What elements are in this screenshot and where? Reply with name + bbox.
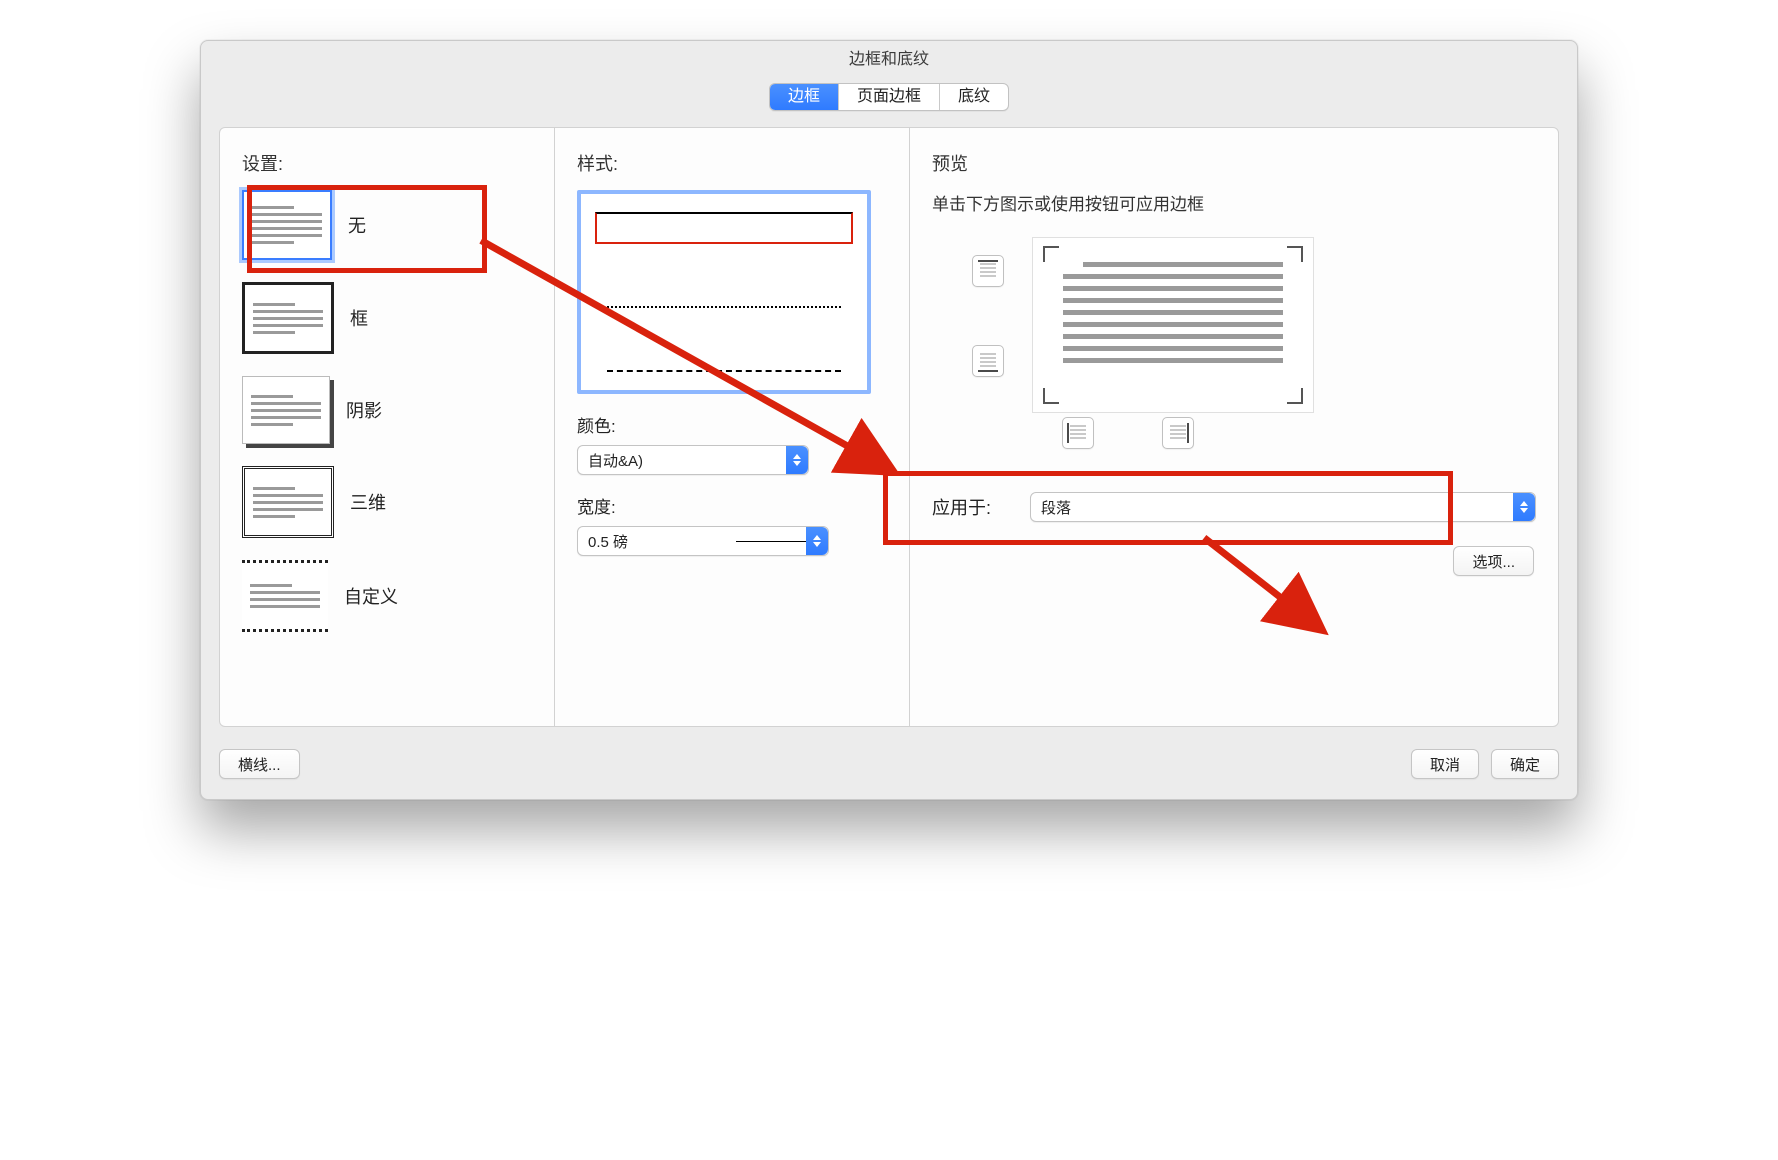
setting-custom-label: 自定义	[344, 583, 398, 609]
preview-area	[932, 237, 1536, 447]
color-select[interactable]: 自动&A)	[577, 445, 809, 475]
apply-to-row: 应用于: 段落	[922, 478, 1546, 536]
setting-shadow-label: 阴影	[346, 397, 382, 423]
apply-to-label: 应用于:	[932, 494, 1012, 520]
width-select-value: 0.5 磅	[588, 531, 720, 552]
setting-none-label: 无	[348, 212, 366, 238]
tab-segmented-control: 边框 页面边框 底纹	[769, 83, 1009, 111]
tab-shading[interactable]: 底纹	[939, 84, 1008, 110]
color-select-value: 自动&A)	[588, 450, 786, 471]
setting-box-label: 框	[350, 305, 368, 331]
line-style-dotted[interactable]	[607, 306, 841, 308]
options-button[interactable]: 选项...	[1453, 546, 1534, 576]
settings-label: 设置:	[242, 150, 532, 176]
preview-label: 预览	[932, 150, 1536, 176]
window-title: 边框和底纹	[201, 41, 1577, 79]
apply-to-value: 段落	[1041, 497, 1513, 518]
horizontal-line-button[interactable]: 横线...	[219, 749, 300, 779]
setting-shadow[interactable]: 阴影	[242, 376, 532, 444]
edge-bottom-button[interactable]	[972, 345, 1004, 377]
setting-shadow-icon	[242, 376, 330, 444]
setting-three-d-label: 三维	[350, 489, 386, 515]
color-label: 颜色:	[577, 412, 887, 437]
width-sample-line-icon	[736, 541, 806, 542]
setting-three-d[interactable]: 三维	[242, 466, 532, 538]
preview-page-icon[interactable]	[1032, 237, 1314, 413]
setting-box[interactable]: 框	[242, 282, 532, 354]
setting-none-icon	[242, 190, 332, 260]
style-label: 样式:	[577, 150, 887, 176]
chevron-updown-icon	[1513, 493, 1535, 521]
setting-custom-icon	[242, 560, 328, 632]
setting-none[interactable]: 无	[242, 190, 532, 260]
tab-page-border[interactable]: 页面边框	[838, 84, 939, 110]
width-select[interactable]: 0.5 磅	[577, 526, 829, 556]
edge-right-button[interactable]	[1162, 417, 1194, 449]
content-panel: 设置: 无 框 阴影	[219, 127, 1559, 727]
dialog-window: 边框和底纹 边框 页面边框 底纹 设置: 无	[200, 40, 1578, 800]
chevron-updown-icon	[806, 527, 828, 555]
tab-border[interactable]: 边框	[770, 84, 838, 110]
setting-box-icon	[242, 282, 334, 354]
apply-to-select[interactable]: 段落	[1030, 492, 1536, 522]
preview-hint: 单击下方图示或使用按钮可应用边框	[932, 190, 1536, 215]
setting-custom[interactable]: 自定义	[242, 560, 532, 632]
edge-left-button[interactable]	[1062, 417, 1094, 449]
setting-three-d-icon	[242, 466, 334, 538]
cancel-button[interactable]: 取消	[1411, 749, 1479, 779]
ok-button[interactable]: 确定	[1491, 749, 1559, 779]
chevron-updown-icon	[786, 446, 808, 474]
line-style-list[interactable]	[577, 190, 871, 394]
line-style-dashed[interactable]	[607, 370, 841, 372]
line-style-solid[interactable]	[595, 212, 853, 244]
edge-top-button[interactable]	[972, 255, 1004, 287]
width-label: 宽度:	[577, 493, 887, 518]
